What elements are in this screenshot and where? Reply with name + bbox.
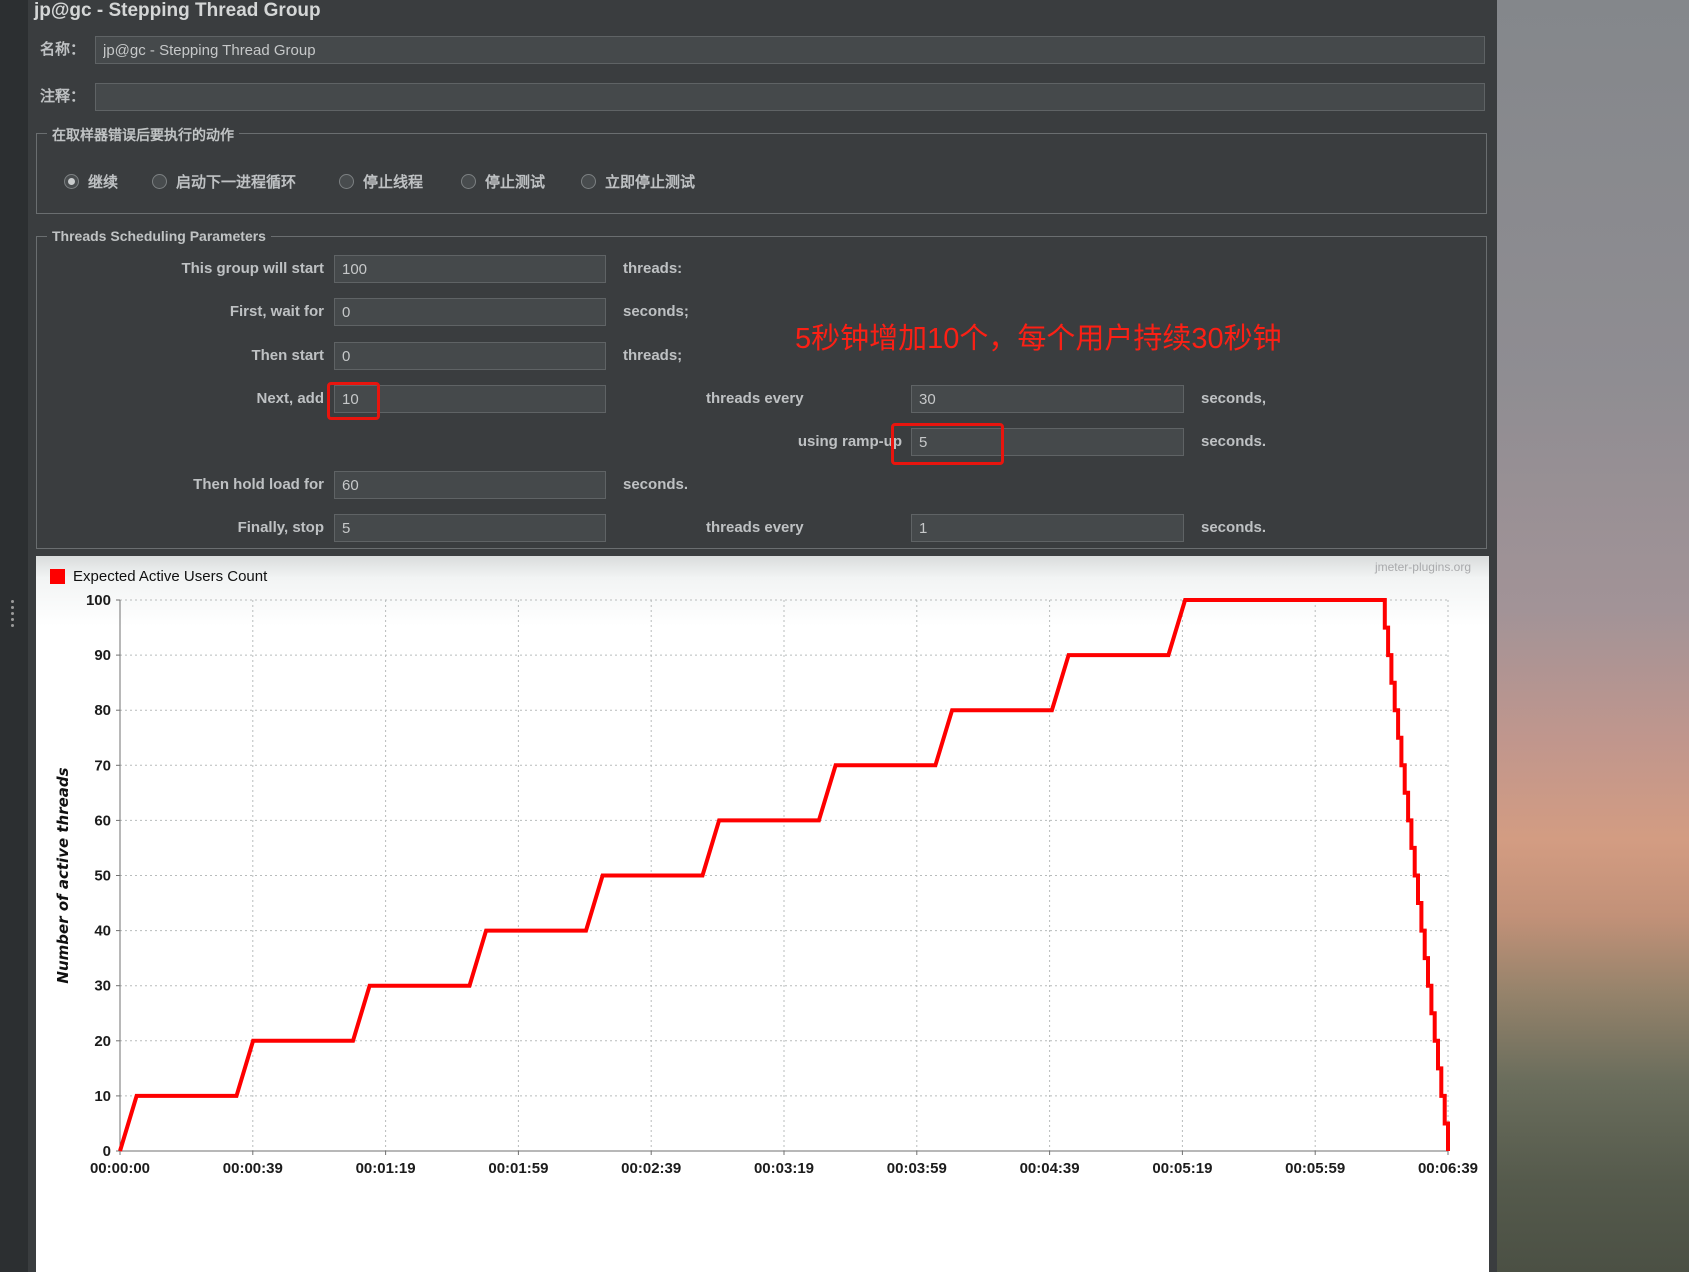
expected-users-chart: 0 10 20 30 40 50 60 70 80 90 100 00:00:00 00:00:39 00… (36, 556, 1489, 1272)
svg-text:30: 30 (94, 978, 111, 995)
jmeter-plugins-watermark: jmeter-plugins.org (1374, 560, 1471, 574)
radio-stop-test[interactable]: 停止测试 (461, 172, 546, 191)
radio-stop-test-now[interactable]: 立即停止测试 (581, 172, 696, 191)
svg-text:Number of active threads: Number of active threads (54, 767, 72, 983)
group-start-label: This group will start (181, 260, 324, 277)
radio-continue-label: 继续 (88, 173, 119, 191)
name-input[interactable] (95, 36, 1485, 64)
left-panel-edge (0, 0, 28, 1272)
first-wait-input[interactable] (334, 298, 606, 326)
first-wait-unit: seconds; (623, 303, 689, 320)
svg-text:00:03:59: 00:03:59 (887, 1160, 947, 1177)
threads-every-input[interactable] (911, 385, 1184, 413)
then-start-label: Then start (251, 347, 324, 364)
svg-text:60: 60 (94, 812, 111, 829)
svg-text:0: 0 (103, 1143, 111, 1160)
svg-text:00:00:00: 00:00:00 (90, 1160, 150, 1177)
radio-start-next-loop[interactable]: 启动下一进程循环 (152, 172, 297, 191)
comment-input[interactable] (95, 83, 1485, 111)
stop-unit: seconds. (1201, 519, 1267, 536)
threads-scheduling-legend: Threads Scheduling Parameters (47, 228, 271, 244)
radio-start-next-loop-label: 启动下一进程循环 (176, 173, 297, 191)
radio-stop-thread-label: 停止线程 (363, 173, 424, 191)
first-wait-label: First, wait for (229, 303, 324, 320)
svg-text:00:04:39: 00:04:39 (1020, 1160, 1080, 1177)
chart-canvas: 0 10 20 30 40 50 60 70 80 90 100 00:00:00 00:00:39 00… (54, 592, 1478, 1177)
svg-text:00:00:39: 00:00:39 (223, 1160, 283, 1177)
svg-text:100: 100 (86, 592, 111, 609)
comment-label: 注释： (40, 88, 86, 105)
stepping-thread-group-panel: jp@gc - Stepping Thread Group 名称： 注释： 在取… (28, 0, 1497, 1272)
ramp-up-input[interactable] (911, 428, 1184, 456)
radio-icon (461, 173, 476, 189)
svg-text:10: 10 (94, 1088, 111, 1105)
radio-icon (581, 173, 596, 189)
svg-text:40: 40 (94, 923, 111, 940)
svg-text:00:06:39: 00:06:39 (1418, 1160, 1478, 1177)
threads-scheduling-group: Threads Scheduling Parameters This group… (36, 228, 1487, 549)
svg-text:00:05:59: 00:05:59 (1285, 1160, 1345, 1177)
then-start-unit: threads; (623, 347, 683, 364)
svg-text:00:05:19: 00:05:19 (1152, 1160, 1212, 1177)
radio-icon (339, 173, 354, 189)
radio-continue[interactable]: 继续 (64, 172, 119, 191)
next-add-label: Next, add (256, 390, 324, 407)
radio-icon (152, 173, 167, 189)
red-annotation-text: 5秒钟增加10个，每个用户持续30秒钟 (795, 323, 1282, 355)
ramp-up-unit: seconds. (1201, 433, 1267, 450)
svg-text:00:01:19: 00:01:19 (356, 1160, 416, 1177)
radio-selected-icon (64, 173, 79, 189)
svg-text:90: 90 (94, 647, 111, 664)
chart-legend: Expected Active Users Count (50, 568, 267, 585)
stop-input[interactable] (334, 514, 606, 542)
svg-text:00:01:59: 00:01:59 (488, 1160, 548, 1177)
svg-text:00:02:39: 00:02:39 (621, 1160, 681, 1177)
hold-input[interactable] (334, 471, 606, 499)
error-action-group: 在取样器错误后要执行的动作 继续 启动下一进程循环 停止线程 停止测试 立即停止… (36, 125, 1487, 214)
group-start-unit: threads: (623, 260, 683, 277)
svg-text:50: 50 (94, 868, 111, 885)
desktop-wallpaper (1497, 0, 1689, 1272)
next-add-unit: seconds, (1201, 390, 1267, 407)
next-add-input[interactable] (334, 385, 606, 413)
legend-label: Expected Active Users Count (73, 568, 268, 585)
svg-text:00:03:19: 00:03:19 (754, 1160, 814, 1177)
stop-every-input[interactable] (911, 514, 1184, 542)
svg-text:20: 20 (94, 1033, 111, 1050)
legend-swatch (50, 569, 65, 584)
svg-text:80: 80 (94, 702, 111, 719)
svg-text:70: 70 (94, 757, 111, 774)
splitter-handle[interactable] (11, 600, 14, 603)
radio-stop-test-label: 停止测试 (485, 173, 546, 191)
error-action-legend: 在取样器错误后要执行的动作 (47, 125, 239, 145)
group-start-input[interactable] (334, 255, 606, 283)
radio-stop-test-now-label: 立即停止测试 (605, 173, 696, 191)
then-start-input[interactable] (334, 342, 606, 370)
screen: jp@gc - Stepping Thread Group 名称： 注释： 在取… (0, 0, 1689, 1272)
hold-unit: seconds. (623, 476, 689, 493)
ramp-up-label: using ramp-up (797, 433, 902, 450)
stop-label: Finally, stop (237, 519, 324, 536)
hold-label: Then hold load for (193, 476, 324, 493)
stop-mid-label: threads every (706, 519, 804, 536)
next-add-mid-label: threads every (706, 390, 804, 407)
radio-stop-thread[interactable]: 停止线程 (339, 172, 424, 191)
name-label: 名称： (40, 41, 86, 58)
page-title: jp@gc - Stepping Thread Group (34, 0, 321, 21)
